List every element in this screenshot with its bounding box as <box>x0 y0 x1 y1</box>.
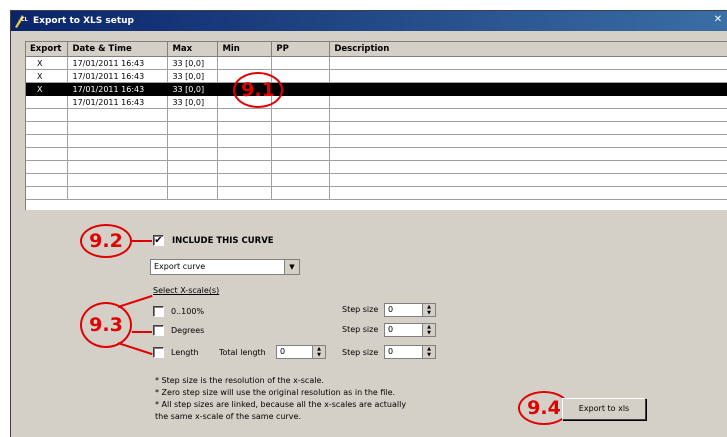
xscale-degrees-label: Degrees <box>171 326 205 335</box>
curves-grid[interactable]: Export Date & Time Max Min PP Descriptio… <box>25 41 727 210</box>
datetime-cell[interactable]: 17/01/2011 16:43 <box>67 69 169 83</box>
spin-down-icon[interactable]: ▼ <box>427 352 431 358</box>
close-icon[interactable]: ✕ <box>711 14 725 28</box>
datetime-cell[interactable]: 17/01/2011 16:43 <box>67 95 169 109</box>
note-line: * All step sizes are linked, because all… <box>155 400 407 409</box>
spin-arrows-icon[interactable]: ▲ ▼ <box>422 304 435 316</box>
datetime-cell[interactable]: 17/01/2011 16:43 <box>67 82 169 96</box>
app-icon: CL <box>13 13 29 29</box>
col-min-header[interactable]: Min <box>217 42 273 57</box>
pp-cell[interactable] <box>271 69 331 83</box>
pp-cell[interactable] <box>271 56 331 70</box>
col-description-header[interactable]: Description <box>329 42 727 57</box>
empty-row[interactable] <box>26 160 727 174</box>
step-size-value[interactable]: 0 <box>388 347 393 356</box>
title-bar: CL Export to XLS setup ✕ <box>11 11 727 31</box>
xscale-degrees-checkbox[interactable] <box>153 325 164 336</box>
spin-arrows-icon[interactable]: ▲ ▼ <box>312 346 325 358</box>
callout-9-1: 9.1 <box>233 72 283 108</box>
note-line: * Zero step size will use the original r… <box>155 388 396 397</box>
step-size-label: Step size <box>342 305 379 314</box>
step-size-label: Step size <box>342 325 379 334</box>
note-line: * Step size is the resolution of the x-s… <box>155 376 324 385</box>
callout-9-3: 9.3 <box>80 302 132 348</box>
callout-connector <box>132 331 152 333</box>
callout-connector <box>132 240 152 242</box>
empty-row[interactable] <box>26 108 727 122</box>
total-length-label: Total length <box>219 348 266 357</box>
spin-arrows-icon[interactable]: ▲ ▼ <box>422 324 435 336</box>
xscale-percent-checkbox[interactable] <box>153 306 164 317</box>
empty-row[interactable] <box>26 173 727 187</box>
col-pp-header[interactable]: PP <box>271 42 331 57</box>
export-cell[interactable]: X <box>26 56 69 70</box>
empty-row[interactable] <box>26 134 727 148</box>
include-curve-label: INCLUDE THIS CURVE <box>172 236 274 246</box>
step-size-value[interactable]: 0 <box>388 325 393 334</box>
export-to-xls-button[interactable]: Export to xls <box>562 398 646 420</box>
description-cell[interactable] <box>329 56 727 70</box>
spin-down-icon[interactable]: ▼ <box>427 330 431 336</box>
spin-down-icon[interactable]: ▼ <box>317 352 321 358</box>
include-curve-checkbox[interactable]: ✔ <box>153 235 164 246</box>
step-size-spinner-1[interactable]: 0 ▲ ▼ <box>384 303 436 317</box>
empty-row[interactable] <box>26 147 727 161</box>
export-curve-select[interactable]: Export curve ▼ <box>150 259 300 275</box>
max-cell[interactable]: 33 [0,0] <box>167 82 219 96</box>
max-cell[interactable]: 33 [0,0] <box>167 69 219 83</box>
empty-row[interactable] <box>26 121 727 135</box>
xscale-heading: Select X-scale(s) <box>153 286 220 295</box>
datetime-cell[interactable]: 17/01/2011 16:43 <box>67 56 169 70</box>
table-row[interactable]: X 17/01/2011 16:43 33 [0,0] <box>26 69 727 83</box>
svg-text:CL: CL <box>21 17 29 23</box>
export-cell[interactable]: X <box>26 69 69 83</box>
chevron-down-icon[interactable]: ▼ <box>284 260 299 274</box>
total-length-value[interactable]: 0 <box>280 347 285 356</box>
max-cell[interactable]: 33 [0,0] <box>167 95 219 109</box>
empty-row[interactable] <box>26 186 727 200</box>
min-cell[interactable] <box>217 56 273 70</box>
note-line: the same x-scale of the same curve. <box>155 412 301 421</box>
step-size-label: Step size <box>342 348 379 357</box>
total-length-spinner[interactable]: 0 ▲ ▼ <box>276 345 326 359</box>
export-curve-value: Export curve <box>154 262 206 271</box>
col-datetime-header[interactable]: Date & Time <box>67 42 169 57</box>
spin-down-icon[interactable]: ▼ <box>427 310 431 316</box>
col-export-header[interactable]: Export <box>26 42 69 57</box>
table-row-selected[interactable]: X 17/01/2011 16:43 33 [0,0] <box>26 82 727 96</box>
callout-9-2: 9.2 <box>80 224 132 258</box>
table-row[interactable]: 17/01/2011 16:43 33 [0,0] <box>26 95 727 109</box>
xscale-percent-label: 0..100% <box>171 307 205 316</box>
export-cell[interactable]: X <box>26 82 69 96</box>
col-max-header[interactable]: Max <box>167 42 219 57</box>
description-cell[interactable] <box>329 82 727 96</box>
max-cell[interactable]: 33 [0,0] <box>167 56 219 70</box>
description-cell[interactable] <box>329 95 727 109</box>
window-title: Export to XLS setup <box>33 16 134 26</box>
table-row[interactable]: X 17/01/2011 16:43 33 [0,0] <box>26 56 727 70</box>
spin-arrows-icon[interactable]: ▲ ▼ <box>422 346 435 358</box>
export-dialog: CL Export to XLS setup ✕ Export Date & T… <box>10 10 727 437</box>
grid-header-row: Export Date & Time Max Min PP Descriptio… <box>26 42 727 57</box>
xscale-length-checkbox[interactable] <box>153 347 164 358</box>
description-cell[interactable] <box>329 69 727 83</box>
step-size-spinner-3[interactable]: 0 ▲ ▼ <box>384 345 436 359</box>
step-size-spinner-2[interactable]: 0 ▲ ▼ <box>384 323 436 337</box>
export-cell[interactable] <box>26 95 69 109</box>
step-size-value[interactable]: 0 <box>388 305 393 314</box>
xscale-length-label: Length <box>171 348 199 357</box>
